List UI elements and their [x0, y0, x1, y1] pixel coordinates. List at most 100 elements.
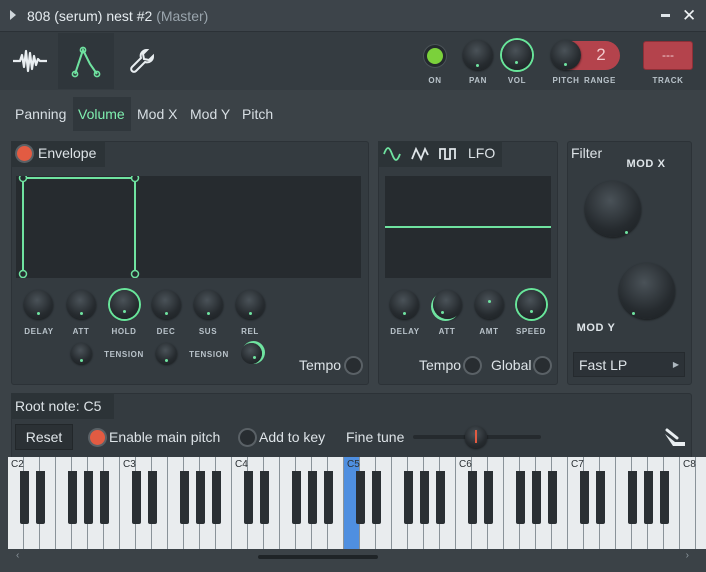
black-key[interactable]	[35, 471, 45, 524]
volume-label: VOL	[507, 76, 527, 85]
lfo-graph[interactable]	[385, 176, 551, 278]
black-key[interactable]	[19, 471, 29, 524]
black-key[interactable]	[419, 471, 429, 524]
subtab-mod-x[interactable]: Mod X	[137, 106, 177, 122]
env-sustain-knob[interactable]	[194, 290, 223, 319]
volume-knob[interactable]	[502, 40, 532, 70]
tension-release-knob[interactable]	[241, 343, 262, 364]
on-led[interactable]	[427, 48, 443, 64]
black-key[interactable]	[179, 471, 189, 524]
env-release-knob[interactable]	[236, 290, 265, 319]
black-key[interactable]	[371, 471, 381, 524]
keyboard-settings-icon[interactable]	[663, 428, 687, 448]
tab-channel-settings[interactable]	[2, 33, 58, 89]
black-key[interactable]	[515, 471, 525, 524]
white-key[interactable]	[696, 457, 706, 549]
black-key[interactable]	[659, 471, 669, 524]
black-key[interactable]	[643, 471, 653, 524]
black-key[interactable]	[355, 471, 365, 524]
lfo-speed-knob[interactable]	[517, 290, 546, 319]
subtab-pitch[interactable]: Pitch	[242, 106, 273, 122]
pitch-knob[interactable]	[551, 40, 581, 70]
lfo-amount-knob[interactable]	[475, 290, 504, 319]
tab-misc[interactable]	[114, 33, 170, 89]
black-key[interactable]	[403, 471, 413, 524]
black-key[interactable]	[579, 471, 589, 524]
tension-attack-knob[interactable]	[71, 343, 92, 364]
white-key[interactable]	[680, 457, 696, 549]
black-key[interactable]	[323, 471, 333, 524]
black-key[interactable]	[99, 471, 109, 524]
black-key[interactable]	[243, 471, 253, 524]
keyboard-scrollbar[interactable]: ‹ ›	[11, 549, 694, 565]
tension-label-2: TENSION	[189, 350, 229, 359]
envelope-enable-led[interactable]	[17, 146, 32, 161]
track-selector[interactable]: ---	[643, 41, 693, 70]
octave-label: C7	[571, 459, 584, 470]
subtab-mod-y[interactable]: Mod Y	[190, 106, 230, 122]
filter-resonance-knob[interactable]	[619, 263, 675, 319]
subtab-panning[interactable]: Panning	[15, 106, 66, 122]
black-key[interactable]	[131, 471, 141, 524]
envelope-curve	[18, 176, 140, 278]
env-hold-knob[interactable]	[110, 290, 139, 319]
filter-type-select[interactable]: Fast LP ▶	[573, 352, 685, 377]
subtab-volume[interactable]: Volume	[78, 106, 125, 122]
lfo-attack-knob[interactable]	[433, 290, 462, 319]
black-key[interactable]	[259, 471, 269, 524]
tension-attack-indicator	[80, 359, 83, 362]
triangle-icon[interactable]	[411, 147, 429, 161]
range-label: RANGE	[584, 76, 616, 85]
env-delay-knob[interactable]	[24, 290, 53, 319]
pan-label: PAN	[468, 76, 488, 85]
black-key[interactable]	[307, 471, 317, 524]
minimize-icon[interactable]	[661, 14, 670, 17]
black-key[interactable]	[147, 471, 157, 524]
black-key[interactable]	[627, 471, 637, 524]
scroll-right-icon[interactable]: ›	[686, 550, 689, 561]
tension-decay-knob[interactable]	[156, 343, 177, 364]
window-menu-arrow-icon[interactable]	[10, 10, 16, 20]
lfo-tempo-label: Tempo	[419, 357, 462, 373]
lfo-delay-knob[interactable]	[390, 290, 419, 319]
piano-keyboard[interactable]: C2 C3 C4 C5 C6 C7 C8	[8, 457, 706, 549]
black-key[interactable]	[595, 471, 605, 524]
scrollbar-thumb[interactable]	[258, 555, 378, 559]
enable-main-pitch-toggle[interactable]	[90, 430, 105, 445]
pan-knob[interactable]	[463, 40, 493, 70]
black-key[interactable]	[83, 471, 93, 524]
black-key[interactable]	[195, 471, 205, 524]
fine-tune-slider-thumb[interactable]	[465, 426, 487, 448]
black-key[interactable]	[467, 471, 477, 524]
black-key[interactable]	[67, 471, 77, 524]
root-note-label: Root note: C5	[15, 398, 102, 414]
filter-label: Filter	[571, 145, 603, 161]
env-delay-indicator	[37, 312, 40, 315]
lfo-tempo-toggle[interactable]	[465, 358, 480, 373]
filter-cutoff-knob[interactable]	[585, 181, 641, 237]
octave-label: C8	[683, 459, 696, 470]
env-attack-knob[interactable]	[67, 290, 96, 319]
black-key[interactable]	[531, 471, 541, 524]
envelope-graph[interactable]	[16, 176, 361, 278]
lfo-global-toggle[interactable]	[535, 358, 550, 373]
lfo-amount-label: AMT	[479, 327, 499, 336]
scroll-left-icon[interactable]: ‹	[16, 550, 19, 561]
env-decay-label: DEC	[156, 327, 176, 336]
black-key[interactable]	[211, 471, 221, 524]
lfo-global-label: Global	[491, 357, 532, 373]
add-to-key-toggle[interactable]	[240, 430, 255, 445]
black-key[interactable]	[291, 471, 301, 524]
black-key[interactable]	[483, 471, 493, 524]
reset-button[interactable]: Reset	[15, 424, 73, 450]
tab-envelope[interactable]	[58, 33, 114, 89]
sine-icon[interactable]	[383, 147, 401, 161]
range-value[interactable]: 2	[590, 45, 612, 65]
close-icon[interactable]: ✕	[682, 6, 696, 26]
env-tempo-toggle[interactable]	[346, 358, 361, 373]
black-key[interactable]	[435, 471, 445, 524]
square-icon[interactable]	[439, 147, 457, 161]
env-decay-knob[interactable]	[152, 290, 181, 319]
black-key[interactable]	[547, 471, 557, 524]
add-to-key-label: Add to key	[259, 429, 326, 445]
